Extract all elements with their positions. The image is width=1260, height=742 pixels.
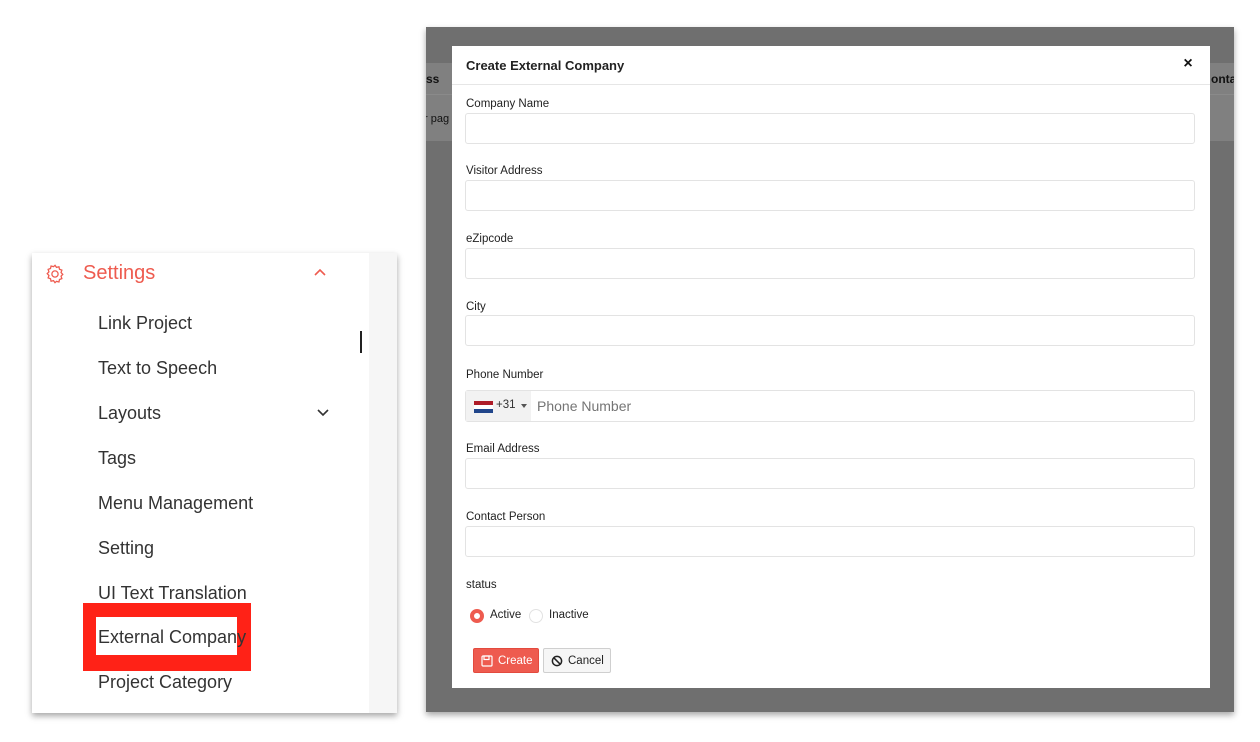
background-column-fragment: onta	[1211, 72, 1234, 86]
sidebar-scrollbar[interactable]	[360, 331, 362, 353]
company-name-input[interactable]	[465, 113, 1195, 144]
sidebar-item-label: Tags	[98, 448, 137, 468]
cancel-button-label: Cancel	[568, 655, 604, 667]
email-address-input[interactable]	[465, 458, 1195, 489]
city-label: City	[466, 301, 486, 313]
cancel-button[interactable]: Cancel	[543, 648, 611, 673]
chevron-up-icon[interactable]	[314, 268, 326, 276]
sidebar-item-ui-text-translation[interactable]: UI Text Translation	[98, 580, 247, 606]
sidebar-item-tags[interactable]: Tags	[98, 445, 136, 471]
sidebar-menu: Settings Link Project Text to Speech Lay…	[32, 253, 397, 713]
sidebar-scroll-track[interactable]	[369, 253, 397, 713]
phone-number-label: Phone Number	[466, 369, 544, 381]
sidebar-section-title: Settings	[83, 262, 156, 284]
background-row-fragment: r pag	[426, 113, 450, 125]
zipcode-input[interactable]	[465, 248, 1195, 279]
sidebar-item-label: Layouts	[98, 403, 162, 423]
status-label: status	[466, 579, 497, 591]
sidebar-item-label: Setting	[98, 538, 155, 558]
contact-person-label: Contact Person	[466, 511, 546, 523]
contact-person-input[interactable]	[465, 526, 1195, 557]
visitor-address-input[interactable]	[465, 180, 1195, 211]
sidebar-item-label: UI Text Translation	[98, 583, 247, 603]
netherlands-flag-icon	[474, 401, 493, 413]
phone-number-input[interactable]	[537, 398, 1137, 414]
status-active-radio[interactable]	[470, 609, 484, 623]
company-name-label: Company Name	[466, 98, 550, 110]
country-dial-code: +31	[496, 399, 516, 411]
sidebar-item-project-category[interactable]: Project Category	[98, 669, 232, 695]
modal-title: Create External Company	[466, 58, 625, 73]
status-inactive-radio[interactable]	[529, 609, 543, 623]
sidebar-item-setting[interactable]: Setting	[98, 535, 154, 561]
email-address-label: Email Address	[466, 443, 540, 455]
sidebar-item-menu-management[interactable]: Menu Management	[98, 490, 253, 516]
create-button[interactable]: Create	[473, 648, 539, 673]
chevron-down-icon[interactable]	[317, 409, 329, 417]
visitor-address-label: Visitor Address	[466, 165, 543, 177]
sidebar-item-label: Project Category	[98, 672, 233, 692]
save-icon	[481, 655, 493, 667]
background-column-fragment: ss	[426, 72, 440, 86]
modal-header: Create External Company ×	[452, 46, 1210, 85]
sidebar-item-link-project[interactable]: Link Project	[98, 310, 192, 336]
ban-icon	[551, 655, 563, 667]
sidebar-item-layouts[interactable]: Layouts	[98, 400, 338, 426]
create-button-label: Create	[498, 655, 533, 667]
sidebar-section-settings[interactable]: Settings	[32, 259, 369, 289]
status-inactive-label[interactable]: Inactive	[549, 609, 589, 621]
modal-backdrop[interactable]: ss r pag onta Create External Company × …	[426, 27, 1234, 712]
sidebar-item-label: Text to Speech	[98, 358, 218, 378]
sidebar-item-label: Link Project	[98, 313, 193, 333]
phone-number-field: +31	[465, 390, 1195, 422]
zipcode-label: eZipcode	[466, 233, 514, 245]
create-external-company-modal: Create External Company × Company Name V…	[452, 46, 1210, 688]
sidebar-item-label: Menu Management	[98, 493, 254, 513]
gear-icon	[46, 264, 64, 284]
caret-down-icon	[521, 404, 527, 408]
sidebar-item-text-to-speech[interactable]: Text to Speech	[98, 355, 217, 381]
sidebar-item-label: External Company	[98, 627, 247, 647]
close-icon[interactable]: ×	[1180, 56, 1196, 72]
city-input[interactable]	[465, 315, 1195, 346]
country-code-selector[interactable]: +31	[466, 391, 531, 421]
status-active-label[interactable]: Active	[490, 609, 521, 621]
sidebar-item-external-company[interactable]: External Company	[98, 624, 246, 650]
